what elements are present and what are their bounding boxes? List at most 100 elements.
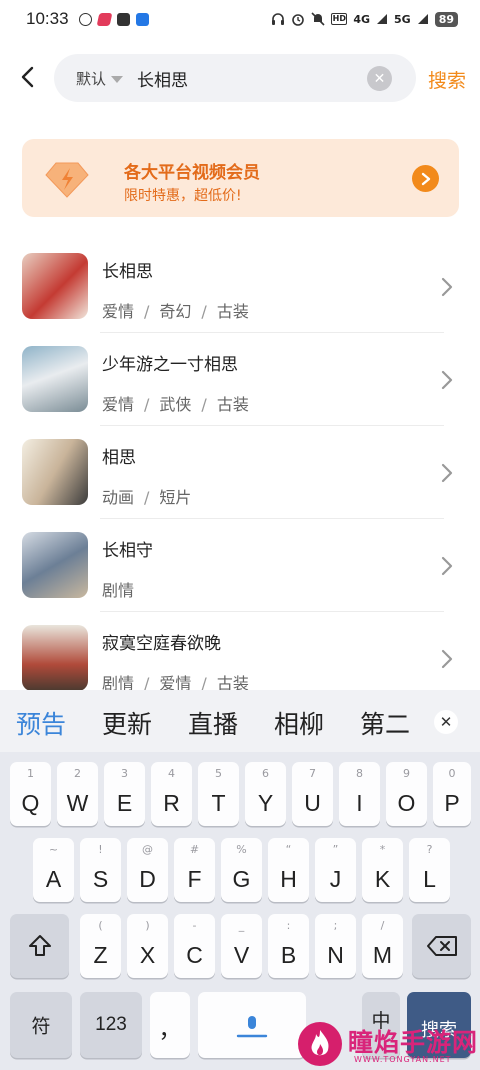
list-item[interactable]: 相思 动画 / 短片 bbox=[0, 426, 480, 519]
poster-thumbnail bbox=[22, 439, 88, 505]
key-f[interactable]: # F bbox=[174, 838, 215, 902]
k-app-icon bbox=[78, 12, 92, 26]
key-l[interactable]: ? L bbox=[409, 838, 450, 902]
key-o[interactable]: 9O bbox=[386, 762, 427, 826]
clear-icon[interactable]: ✕ bbox=[367, 66, 392, 91]
key-k[interactable]: * K bbox=[362, 838, 403, 902]
chevron-right-icon bbox=[441, 649, 453, 669]
search-query-text[interactable]: 长相思 bbox=[137, 66, 188, 91]
shift-key[interactable] bbox=[10, 914, 69, 978]
candidate-word[interactable]: 第二 bbox=[360, 705, 416, 741]
result-tags: 爱情 / 武侠 / 古装 bbox=[102, 395, 249, 414]
key-e[interactable]: 3E bbox=[104, 762, 145, 826]
tag: 动画 bbox=[102, 488, 135, 507]
chevron-down-icon[interactable] bbox=[111, 75, 124, 83]
chevron-right-icon bbox=[441, 556, 453, 576]
5g-indicator: 5G bbox=[394, 12, 411, 26]
key-d[interactable]: @ D bbox=[127, 838, 168, 902]
tag: 爱情 bbox=[102, 395, 135, 414]
key-b[interactable]: :B bbox=[268, 914, 309, 978]
key-t[interactable]: 5T bbox=[198, 762, 239, 826]
battery-level: 89 bbox=[434, 11, 458, 27]
key-w[interactable]: 2W bbox=[57, 762, 98, 826]
diamond-icon bbox=[45, 162, 89, 198]
status-time: 10:33 bbox=[26, 9, 69, 28]
blue-app-icon bbox=[135, 12, 149, 26]
tag: 爱情 bbox=[102, 302, 135, 321]
key-c[interactable]: -C bbox=[174, 914, 215, 978]
vip-banner[interactable]: 各大平台视频会员 限时特惠，超低价! bbox=[22, 139, 459, 217]
list-item[interactable]: 长相思 爱情 / 奇幻 / 古装 bbox=[0, 240, 480, 333]
key-p[interactable]: 0P bbox=[433, 762, 471, 826]
key-j[interactable]: ” J bbox=[315, 838, 356, 902]
candidate-bar: 预告 更新 直播 相柳 第二 ✕ bbox=[0, 690, 480, 752]
key-n[interactable]: ; N bbox=[315, 914, 356, 978]
key-m[interactable]: / M bbox=[362, 914, 403, 978]
key-q[interactable]: 1Q bbox=[10, 762, 51, 826]
poster-thumbnail bbox=[22, 253, 88, 319]
key-s[interactable]: ! S bbox=[80, 838, 121, 902]
poster-thumbnail bbox=[22, 625, 88, 691]
symbol-key[interactable]: 符 bbox=[10, 992, 72, 1058]
signal-icon bbox=[377, 14, 387, 24]
key-v[interactable]: _ V bbox=[221, 914, 262, 978]
result-tags: 剧情 bbox=[102, 577, 134, 601]
candidate-word[interactable]: 更新 bbox=[102, 705, 152, 741]
key-r[interactable]: 4R bbox=[151, 762, 192, 826]
result-title: 少年游之一寸相思 bbox=[102, 355, 238, 375]
search-button[interactable]: 搜索 bbox=[428, 66, 466, 93]
mute-icon bbox=[311, 12, 325, 26]
hd-indicator: HD bbox=[331, 13, 348, 25]
soft-keyboard: 预告 更新 直播 相柳 第二 ✕ 1Q 2W 3E 4R 5T 6Y 7U 8I… bbox=[0, 690, 480, 1070]
banner-title: 各大平台视频会员 bbox=[124, 163, 260, 183]
tag: 武侠 bbox=[159, 395, 192, 414]
key-g[interactable]: % G bbox=[221, 838, 262, 902]
key-u[interactable]: 7U bbox=[292, 762, 333, 826]
candidate-word[interactable]: 直播 bbox=[188, 705, 238, 741]
banner-subtitle: 限时特惠，超低价! bbox=[124, 188, 242, 204]
signal-icon-2 bbox=[417, 14, 428, 24]
key-z[interactable]: (Z bbox=[80, 914, 121, 978]
key-h[interactable]: “H bbox=[268, 838, 309, 902]
result-list: 长相思 爱情 / 奇幻 / 古装 少年游之一寸相思 爱情 / 武侠 / 古装 相思 动画 / 短片 … bbox=[0, 240, 480, 705]
tag: 奇幻 bbox=[159, 302, 192, 321]
result-tags: 爱情 / 奇幻 / 古装 bbox=[102, 302, 249, 321]
space-key[interactable] bbox=[198, 992, 306, 1058]
search-filter-dropdown[interactable]: 默认 bbox=[76, 68, 106, 89]
candidate-word[interactable]: 相柳 bbox=[274, 705, 324, 741]
list-item[interactable]: 少年游之一寸相思 爱情 / 武侠 / 古装 bbox=[0, 333, 480, 426]
backspace-key[interactable] bbox=[412, 914, 471, 978]
search-input[interactable]: 默认 长相思 ✕ bbox=[54, 54, 416, 102]
result-title: 寂寞空庭春欲晚 bbox=[102, 634, 221, 654]
tag: 古装 bbox=[216, 302, 249, 321]
tag: 短片 bbox=[159, 488, 192, 507]
flame-logo-icon bbox=[298, 1022, 342, 1066]
backspace-icon bbox=[427, 936, 457, 956]
status-bar: 10:33 HD 4G 5G 89 bbox=[0, 0, 480, 38]
back-arrow-icon[interactable] bbox=[16, 64, 42, 90]
result-title: 长相思 bbox=[102, 262, 153, 282]
list-item[interactable]: 长相守 剧情 bbox=[0, 519, 480, 612]
watermark-text: 瞳焰手游网 bbox=[348, 1028, 479, 1057]
key-x[interactable]: ) X bbox=[127, 914, 168, 978]
key-y[interactable]: 6Y bbox=[245, 762, 286, 826]
chevron-right-icon bbox=[441, 277, 453, 297]
arrow-right-icon[interactable] bbox=[412, 165, 439, 192]
headphones-icon bbox=[272, 13, 285, 25]
key-a[interactable]: ~ A bbox=[33, 838, 74, 902]
result-tags: 动画 / 短片 bbox=[102, 488, 192, 507]
red-app-icon bbox=[96, 12, 112, 26]
notification-icons bbox=[78, 12, 149, 26]
candidate-word[interactable]: 预告 bbox=[16, 705, 66, 741]
number-key[interactable]: 123 bbox=[80, 992, 142, 1058]
watermark-url: WWW.TONGYAN.NET bbox=[354, 1055, 452, 1064]
result-title: 长相守 bbox=[102, 541, 153, 561]
comma-key[interactable]: ， bbox=[150, 992, 190, 1058]
poster-thumbnail bbox=[22, 532, 88, 598]
search-header: 默认 长相思 ✕ 搜索 bbox=[0, 52, 480, 104]
close-icon[interactable]: ✕ bbox=[434, 710, 458, 734]
key-i[interactable]: 8I bbox=[339, 762, 380, 826]
chevron-right-icon bbox=[441, 463, 453, 483]
poster-thumbnail bbox=[22, 346, 88, 412]
4g-indicator: 4G bbox=[353, 12, 370, 26]
